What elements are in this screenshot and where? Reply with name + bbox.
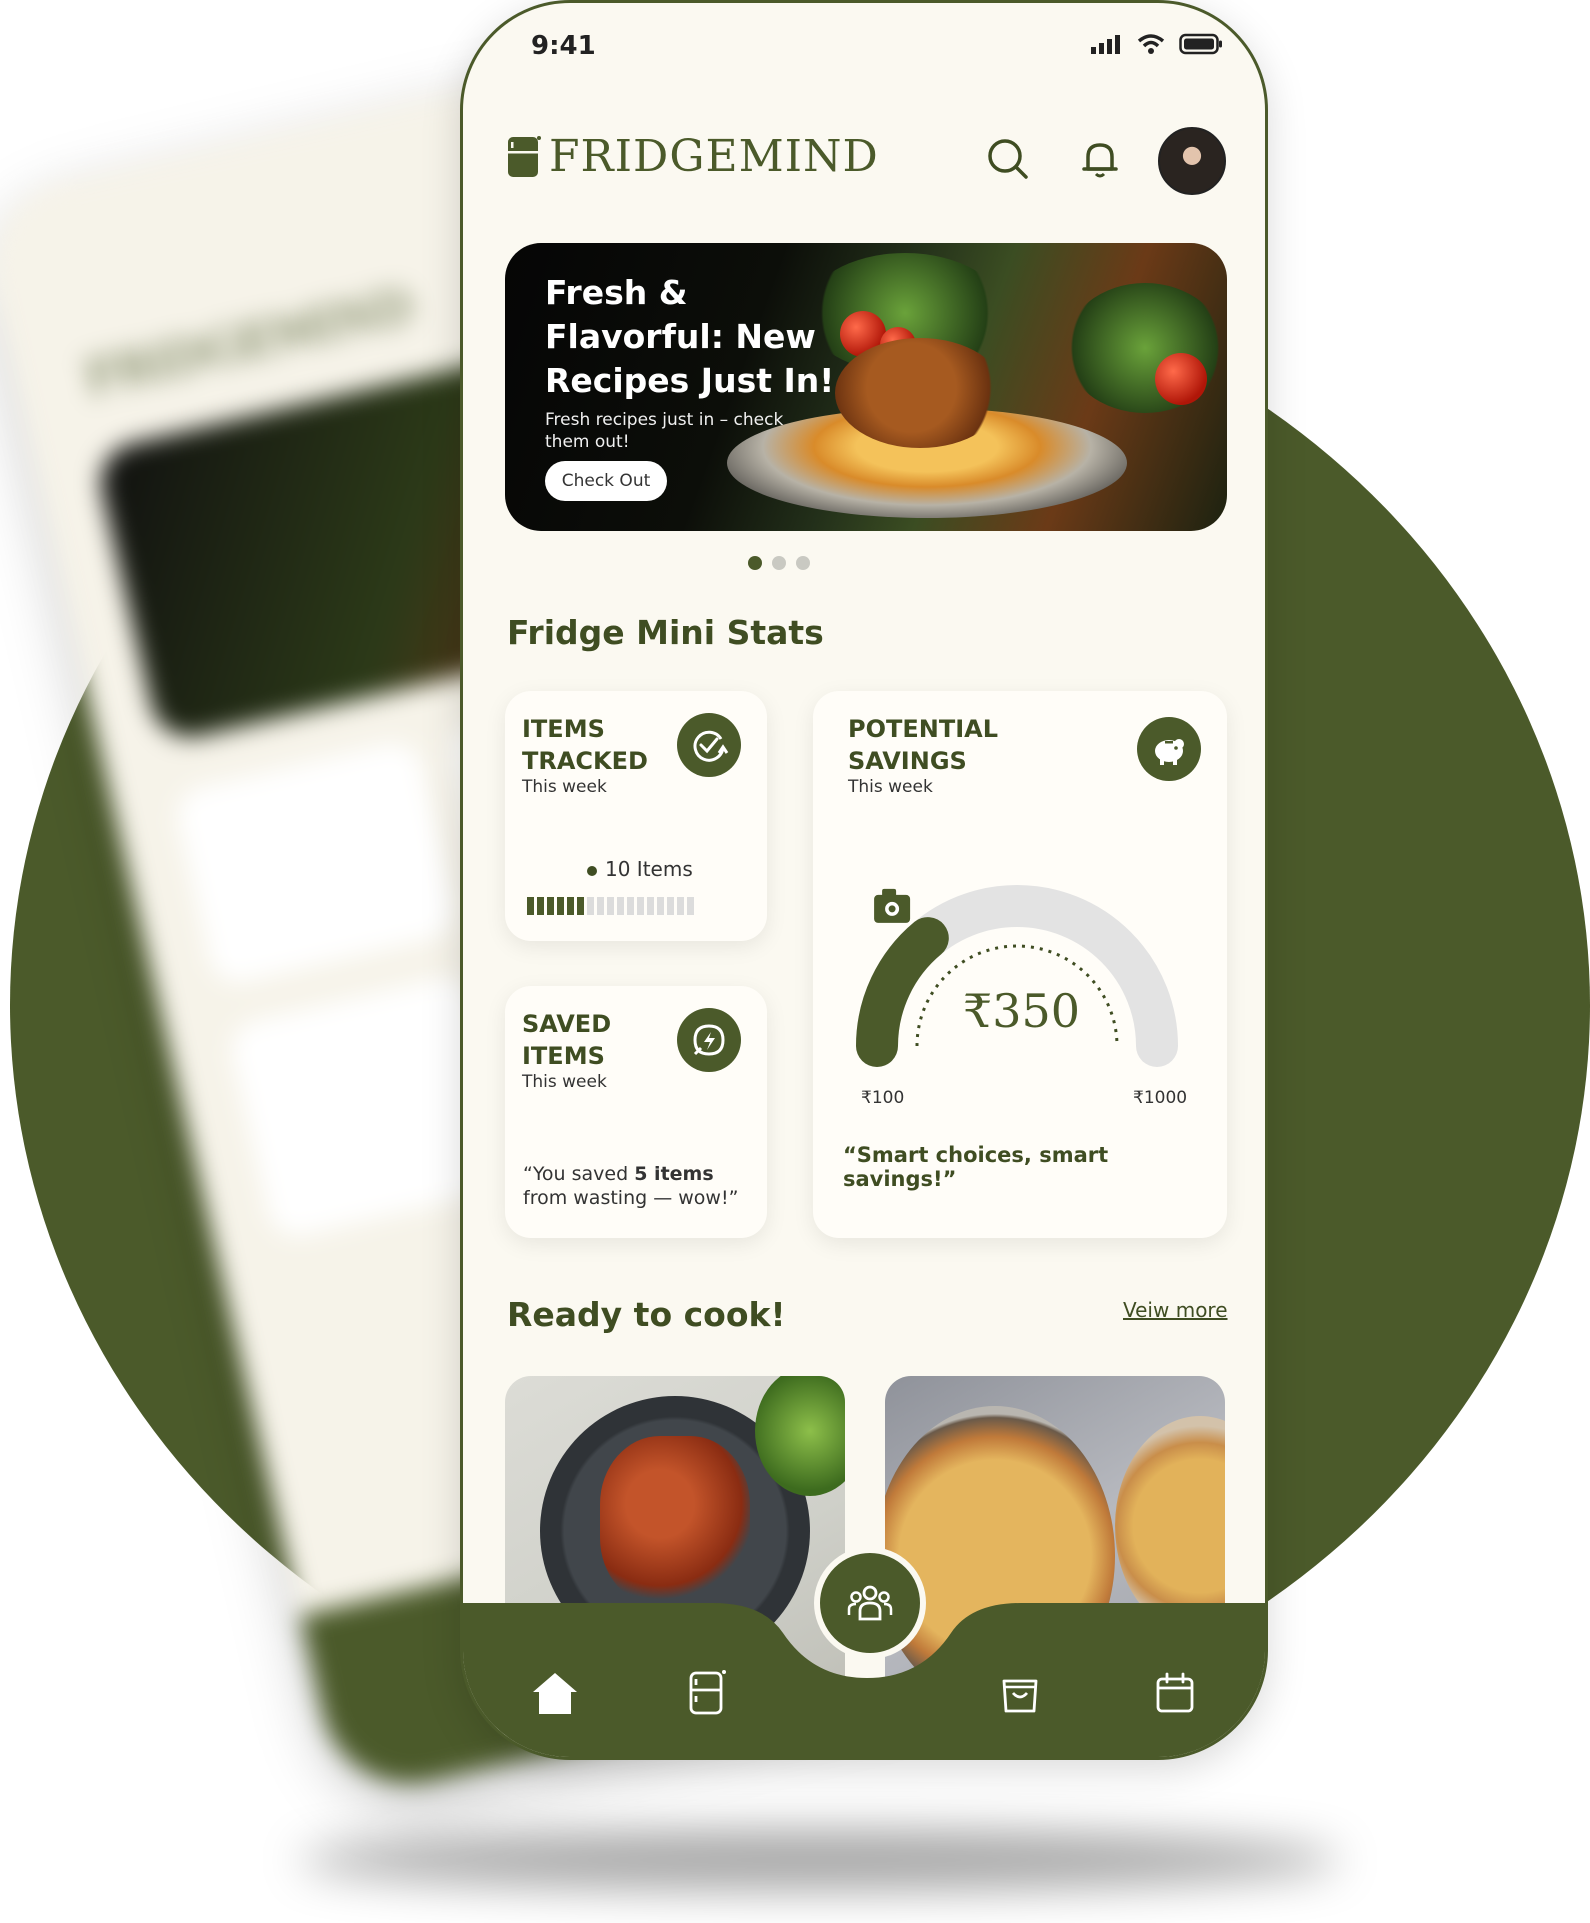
savings-period: This week	[848, 777, 933, 797]
ready-section-title: Ready to cook!	[507, 1295, 786, 1334]
community-icon	[847, 1585, 893, 1621]
back-phone-card	[171, 737, 461, 989]
nav-home[interactable]	[525, 1663, 585, 1723]
carousel-dot[interactable]	[772, 556, 786, 570]
carousel-dot[interactable]	[748, 556, 762, 570]
items-tracked-value: 10 Items	[587, 857, 693, 881]
home-icon	[533, 1673, 577, 1714]
gauge-marker-icon	[874, 888, 911, 923]
banner-title: Fresh & Flavorful: New Recipes Just In!	[545, 273, 835, 400]
check-cycle-icon	[677, 713, 741, 777]
search-button[interactable]	[980, 131, 1036, 187]
calendar-icon	[1156, 1672, 1194, 1713]
progress-segment	[577, 897, 584, 915]
nav-calendar[interactable]	[1145, 1663, 1205, 1723]
savings-amount: ₹350	[963, 984, 1081, 1038]
progress-segment	[607, 897, 614, 915]
carousel-dots	[748, 556, 810, 570]
nav-shopping[interactable]	[990, 1663, 1050, 1723]
progress-segment	[657, 897, 664, 915]
items-tracked-card[interactable]: ITEMS TRACKED This week 10 Items	[505, 691, 767, 941]
community-button[interactable]	[814, 1547, 926, 1659]
gauge-max-label: ₹1000	[1133, 1088, 1188, 1108]
piggy-bank-icon	[1137, 717, 1201, 781]
nav-fridge[interactable]	[678, 1663, 738, 1723]
saved-items-card[interactable]: SAVED ITEMS This week “You saved 5 items…	[505, 986, 767, 1238]
progress-segment	[667, 897, 674, 915]
status-time: 9:41	[531, 31, 596, 61]
stats-section-title: Fridge Mini Stats	[507, 613, 824, 652]
banner-tomato	[1155, 353, 1207, 405]
savings-quote: “Smart choices, smart savings!”	[843, 1143, 1109, 1191]
progress-segment	[637, 897, 644, 915]
gauge-fill	[856, 917, 949, 1067]
view-more-link[interactable]: Veiw more	[1123, 1298, 1228, 1322]
progress-segment	[557, 897, 564, 915]
user-avatar[interactable]	[1158, 127, 1226, 195]
leaf-bolt-icon	[677, 1008, 741, 1072]
progress-segment	[677, 897, 684, 915]
progress-segment	[647, 897, 654, 915]
wifi-icon	[1137, 34, 1165, 54]
items-tracked-period: This week	[522, 777, 607, 797]
items-tracked-title: ITEMS TRACKED	[522, 715, 648, 775]
hero-banner[interactable]: Fresh & Flavorful: New Recipes Just In! …	[505, 243, 1227, 531]
progress-segment	[527, 897, 534, 915]
check-out-button[interactable]: Check Out	[545, 461, 667, 501]
phone-frame: 9:41 FRIDGEMIND Fresh & Flavorful: New R…	[460, 0, 1268, 1760]
app-name: FRIDGEMIND	[549, 131, 879, 182]
notifications-button[interactable]	[1072, 131, 1128, 187]
battery-icon	[1179, 33, 1222, 55]
quote-suffix: from wasting — wow!”	[523, 1187, 739, 1209]
progress-segment	[587, 897, 594, 915]
bell-icon	[1082, 143, 1118, 178]
back-phone-brand: FRIDGEMIND	[80, 277, 419, 406]
progress-segment	[547, 897, 554, 915]
carousel-dot[interactable]	[796, 556, 810, 570]
potential-savings-card[interactable]: POTENTIAL SAVINGS This week ₹350 ₹100 ₹1…	[813, 691, 1227, 1238]
fridge-logo-icon	[508, 135, 541, 177]
banner-chicken	[835, 338, 1005, 448]
progress-segment	[567, 897, 574, 915]
progress-segment	[597, 897, 604, 915]
app-brand: FRIDGEMIND	[507, 131, 879, 182]
signal-icon	[1091, 35, 1120, 54]
gauge-min-label: ₹100	[861, 1088, 905, 1108]
saved-items-quote: “You saved 5 items from wasting — wow!”	[523, 1162, 743, 1210]
quote-bold: 5 items	[634, 1163, 714, 1185]
items-progress-bar	[527, 897, 694, 915]
quote-prefix: “You saved	[523, 1163, 635, 1185]
progress-segment	[617, 897, 624, 915]
saved-items-period: This week	[522, 1072, 607, 1092]
status-icons	[1091, 33, 1223, 55]
savings-gauge	[856, 885, 1178, 1067]
banner-subtitle: Fresh recipes just in – check them out!	[545, 410, 784, 452]
progress-segment	[687, 897, 694, 915]
floor-shadow	[300, 1830, 1340, 1890]
saved-items-title: SAVED ITEMS	[522, 1010, 612, 1070]
search-icon	[988, 139, 1028, 179]
progress-segment	[627, 897, 634, 915]
fridge-icon	[689, 1670, 726, 1715]
progress-segment	[537, 897, 544, 915]
savings-title: POTENTIAL SAVINGS	[848, 715, 999, 775]
shopping-bag-icon	[1002, 1679, 1038, 1713]
